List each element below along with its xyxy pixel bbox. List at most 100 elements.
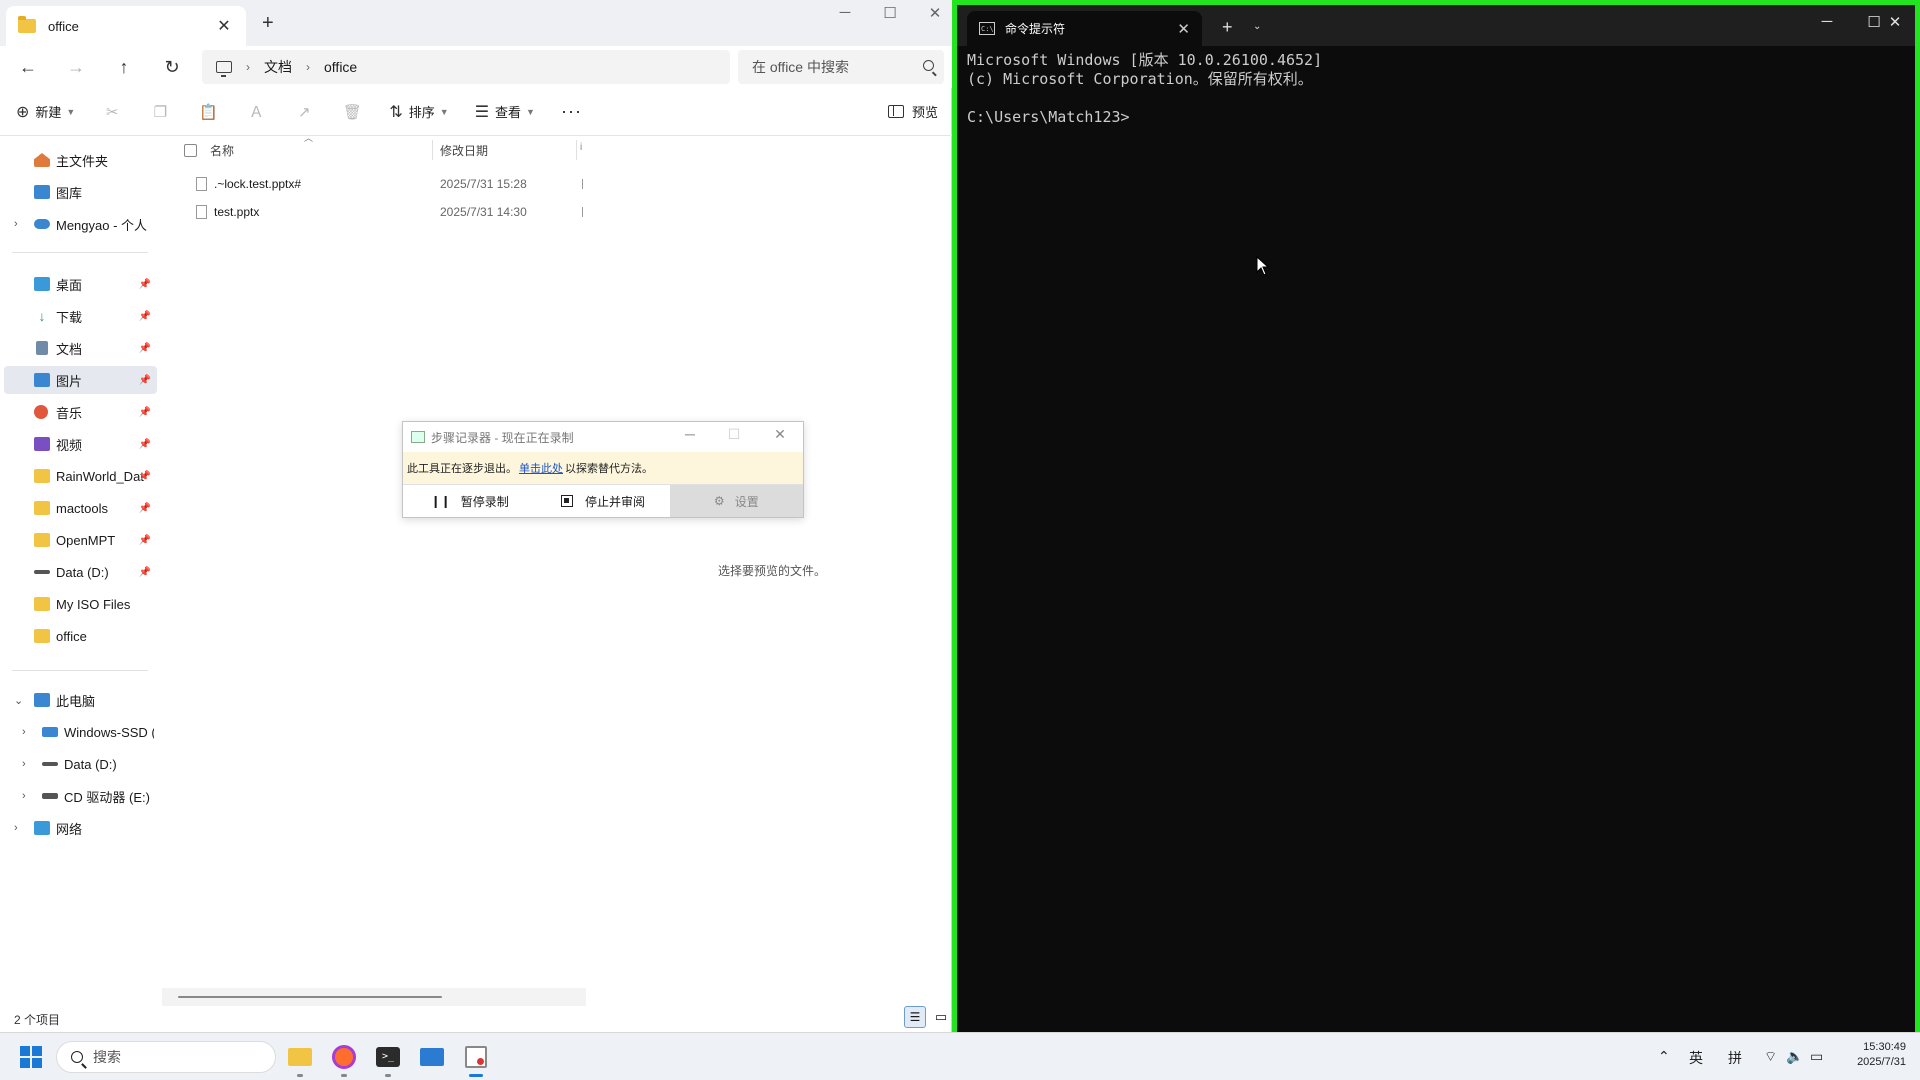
pin-icon[interactable]: 📌 bbox=[139, 343, 151, 354]
sidebar-item-pictures[interactable]: 图片 📌 bbox=[4, 366, 157, 394]
sidebar-item-home[interactable]: 主文件夹 bbox=[0, 146, 157, 174]
terminal-output[interactable]: Microsoft Windows [版本 10.0.26100.4652] (c… bbox=[967, 51, 1322, 127]
settings-button[interactable]: ⚙ 设置 bbox=[669, 485, 803, 517]
steps-recorder-taskbar-button[interactable] bbox=[460, 1041, 492, 1077]
minimize-button[interactable]: ─ bbox=[675, 426, 705, 442]
wifi-icon[interactable]: ⌔ bbox=[1764, 1048, 1777, 1066]
chevron-right-icon[interactable]: › bbox=[22, 726, 26, 738]
sidebar-item-gallery[interactable]: 图库 bbox=[0, 178, 157, 206]
breadcrumb-separator-icon[interactable]: › bbox=[306, 60, 310, 74]
taskbar-search[interactable]: 搜索 bbox=[56, 1041, 276, 1073]
maximize-button[interactable]: ☐ bbox=[719, 426, 749, 443]
forward-button[interactable]: → bbox=[52, 57, 100, 78]
chevron-right-icon[interactable]: › bbox=[14, 218, 18, 230]
sidebar-item-desktop[interactable]: 桌面 📌 bbox=[0, 270, 157, 298]
tiles-view-button[interactable]: ▭ bbox=[930, 1006, 952, 1028]
select-all-checkbox[interactable] bbox=[184, 144, 197, 157]
firefox-taskbar-button[interactable] bbox=[328, 1041, 360, 1077]
sidebar-item-music[interactable]: 音乐 📌 bbox=[0, 398, 157, 426]
sidebar-item-network[interactable]: › 网络 bbox=[0, 814, 157, 842]
terminal-taskbar-button[interactable]: >_ bbox=[372, 1041, 404, 1077]
breadcrumb-documents[interactable]: 文档 bbox=[264, 57, 292, 77]
sidebar-item-documents[interactable]: 文档 📌 bbox=[0, 334, 157, 362]
close-window-button[interactable]: ✕ bbox=[1875, 13, 1915, 31]
system-clock[interactable]: 15:30:49 2025/7/31 bbox=[1857, 1040, 1906, 1070]
view-button[interactable]: ☰ 查看 ▼ bbox=[475, 102, 535, 122]
chevron-down-icon[interactable]: ⌄ bbox=[1253, 21, 1261, 32]
breadcrumb-separator-icon[interactable]: › bbox=[246, 60, 250, 74]
pin-icon[interactable]: 📌 bbox=[139, 279, 151, 290]
sidebar-item-data-d-pc[interactable]: › Data (D:) bbox=[0, 750, 157, 778]
sidebar-item-my-iso-files[interactable]: My ISO Files bbox=[0, 590, 157, 618]
breadcrumb-office[interactable]: office bbox=[324, 59, 357, 75]
close-tab-icon[interactable]: ✕ bbox=[214, 16, 234, 36]
sidebar-item-onedrive[interactable]: › Mengyao - 个人 bbox=[0, 210, 157, 238]
new-tab-button[interactable]: + bbox=[262, 12, 274, 35]
warning-link[interactable]: 单击此处 bbox=[519, 460, 563, 476]
chevron-right-icon[interactable]: › bbox=[22, 758, 26, 770]
share-icon[interactable]: ↗ bbox=[293, 103, 315, 121]
close-window-button[interactable]: ✕ bbox=[765, 426, 795, 443]
battery-icon[interactable]: ▭ bbox=[1810, 1048, 1823, 1065]
sidebar-item-videos[interactable]: 视频 📌 bbox=[0, 430, 157, 458]
ime-language[interactable]: 英 bbox=[1689, 1048, 1703, 1068]
up-button[interactable]: ↑ bbox=[100, 57, 148, 78]
sidebar-item-this-pc[interactable]: ⌄ 此电脑 bbox=[0, 686, 157, 714]
pin-icon[interactable]: 📌 bbox=[139, 439, 151, 450]
copy-icon[interactable]: ❐ bbox=[149, 103, 171, 121]
sidebar-item-windows-ssd[interactable]: › Windows-SSD (C bbox=[0, 718, 157, 746]
pin-icon[interactable]: 📌 bbox=[139, 471, 151, 482]
column-divider[interactable] bbox=[576, 140, 577, 160]
pin-icon[interactable]: 📌 bbox=[139, 375, 151, 386]
chevron-up-icon[interactable]: ⌃ bbox=[1658, 1048, 1670, 1065]
column-header-name[interactable]: 名称 bbox=[210, 142, 234, 159]
sort-button[interactable]: ⇅ 排序 ▼ bbox=[389, 102, 448, 122]
file-explorer-taskbar-button[interactable] bbox=[284, 1041, 316, 1077]
sidebar-item-downloads[interactable]: ↓ 下载 📌 bbox=[0, 302, 157, 330]
minimize-button[interactable]: ─ bbox=[825, 4, 865, 21]
delete-icon[interactable]: 🗑 bbox=[341, 103, 363, 121]
chevron-right-icon[interactable]: › bbox=[14, 822, 18, 834]
pin-icon[interactable]: 📌 bbox=[139, 407, 151, 418]
pin-icon[interactable]: 📌 bbox=[139, 311, 151, 322]
pin-icon[interactable]: 📌 bbox=[139, 535, 151, 546]
volume-icon[interactable]: 🔈 bbox=[1786, 1048, 1803, 1065]
column-overflow-icon[interactable]: i bbox=[580, 142, 582, 153]
sidebar-item-office[interactable]: office bbox=[0, 622, 157, 650]
pin-icon[interactable]: 📌 bbox=[139, 503, 151, 514]
minimize-button[interactable]: ─ bbox=[1807, 13, 1847, 30]
table-row[interactable]: test.pptx 2025/7/31 14:30 bbox=[160, 198, 586, 226]
horizontal-scrollbar[interactable] bbox=[162, 988, 586, 1006]
cut-icon[interactable]: ✂ bbox=[101, 103, 123, 121]
address-bar[interactable]: › 文档 › office bbox=[202, 50, 730, 84]
sidebar-item-cd-drive[interactable]: › CD 驱动器 (E:) bbox=[0, 782, 157, 810]
refresh-button[interactable]: ↻ bbox=[148, 57, 196, 78]
more-options-icon[interactable]: ··· bbox=[561, 101, 582, 122]
rename-icon[interactable]: Ａ bbox=[245, 101, 267, 122]
search-box[interactable]: 在 office 中搜索 bbox=[738, 50, 944, 84]
remote-desktop-taskbar-button[interactable] bbox=[416, 1041, 448, 1073]
close-tab-icon[interactable]: ✕ bbox=[1177, 20, 1190, 38]
new-button[interactable]: ⊕ 新建 ▼ bbox=[16, 102, 75, 122]
chevron-down-icon[interactable]: ⌄ bbox=[14, 694, 23, 707]
pause-recording-button[interactable]: ❙❙ 暂停录制 bbox=[403, 485, 536, 517]
pin-icon[interactable]: 📌 bbox=[139, 567, 151, 578]
sidebar-item-data-d[interactable]: Data (D:) 📌 bbox=[0, 558, 157, 586]
close-window-button[interactable]: ✕ bbox=[915, 4, 955, 22]
start-button[interactable] bbox=[20, 1046, 42, 1068]
sidebar-item-mactools[interactable]: mactools 📌 bbox=[0, 494, 157, 522]
ime-mode[interactable]: 拼 bbox=[1728, 1048, 1742, 1068]
maximize-button[interactable]: ☐ bbox=[870, 4, 910, 22]
details-view-button[interactable]: ☰ bbox=[904, 1006, 926, 1028]
column-divider[interactable] bbox=[432, 140, 433, 160]
paste-icon[interactable]: 📋 bbox=[197, 103, 219, 121]
back-button[interactable]: ← bbox=[4, 57, 52, 78]
preview-pane-button[interactable]: 预览 bbox=[887, 102, 938, 121]
explorer-tab[interactable]: office ✕ bbox=[6, 6, 246, 46]
column-header-date[interactable]: 修改日期 bbox=[440, 142, 488, 159]
sidebar-item-openmpt[interactable]: OpenMPT 📌 bbox=[0, 526, 157, 554]
sidebar-item-rainworld[interactable]: RainWorld_Dat 📌 bbox=[0, 462, 157, 490]
terminal-tab[interactable]: C:\ 命令提示符 ✕ bbox=[967, 11, 1202, 46]
new-tab-button[interactable]: + bbox=[1222, 17, 1233, 38]
chevron-right-icon[interactable]: › bbox=[22, 790, 26, 802]
